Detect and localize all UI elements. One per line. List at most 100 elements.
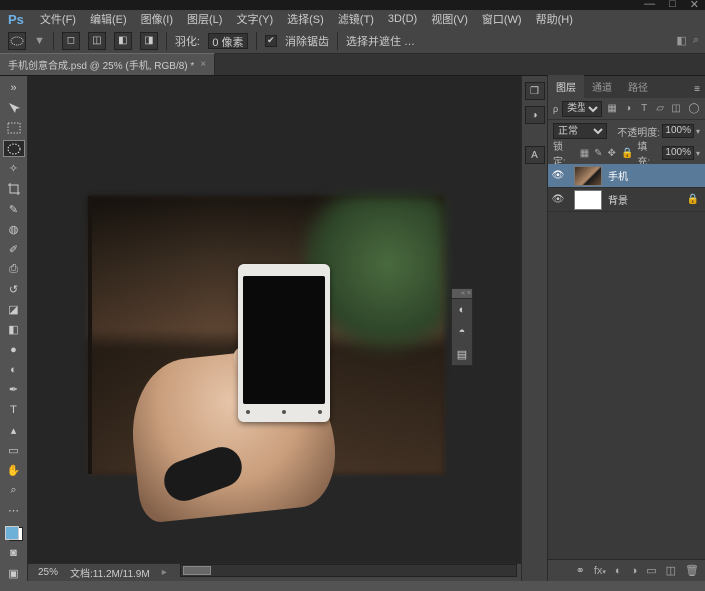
gradient-tool[interactable]: ◧ <box>3 322 25 338</box>
menu-edit[interactable]: 编辑(E) <box>84 9 133 29</box>
clone-tool[interactable]: ⎙ <box>3 261 25 277</box>
selection-subtract-icon[interactable]: ◧ <box>114 32 132 50</box>
layer-thumb[interactable] <box>574 166 602 186</box>
filter-smart-icon[interactable]: ◫ <box>670 103 682 115</box>
visibility-icon[interactable]: 👁 <box>548 170 568 181</box>
link-layers-icon[interactable]: ⚭ <box>576 564 585 577</box>
magic-wand-tool[interactable]: ✧ <box>3 161 25 177</box>
eraser-tool[interactable]: ◪ <box>3 301 25 317</box>
search-icon[interactable]: ⌕ <box>693 34 699 47</box>
maximize-button[interactable]: □ <box>669 0 676 11</box>
canvas-area[interactable]: « × ◐ ◓ ▤ 25% 文档:11.2M/11.9M ▸ <box>28 76 521 581</box>
layer-kind-select[interactable]: 类型 <box>562 101 602 117</box>
menu-window[interactable]: 窗口(W) <box>476 9 528 29</box>
layer-item-background[interactable]: 👁 背景 🔒 <box>548 188 705 212</box>
menu-layer[interactable]: 图层(L) <box>181 9 228 29</box>
tab-layers[interactable]: 图层 <box>548 75 584 98</box>
dock-history-icon[interactable]: ❐ <box>525 82 545 100</box>
menu-file[interactable]: 文件(F) <box>34 9 82 29</box>
close-tab-icon[interactable]: × <box>200 59 206 70</box>
antialias-checkbox[interactable]: ✔ <box>265 35 277 47</box>
layer-fx-icon[interactable]: fx▾ <box>594 565 606 577</box>
layer-name[interactable]: 手机 <box>608 168 628 183</box>
workspace-icon[interactable]: ◧ <box>676 34 686 47</box>
menu-help[interactable]: 帮助(H) <box>530 9 579 29</box>
path-select-tool[interactable]: ▴ <box>3 422 25 438</box>
menu-view[interactable]: 视图(V) <box>425 9 474 29</box>
menu-image[interactable]: 图像(I) <box>135 9 179 29</box>
pen-tool[interactable]: ✒ <box>3 382 25 398</box>
fill-input[interactable]: 100% <box>662 146 694 160</box>
layers-panel-tabs: 图层 通道 路径 ≡ <box>548 76 705 98</box>
lasso-tool[interactable] <box>3 140 25 156</box>
filter-type-icon[interactable]: T <box>638 103 650 115</box>
menu-3d[interactable]: 3D(D) <box>382 11 423 27</box>
context-tool-2[interactable]: ◓ <box>452 321 472 343</box>
selection-intersect-icon[interactable]: ◨ <box>140 32 158 50</box>
menu-select[interactable]: 选择(S) <box>281 9 330 29</box>
opacity-input[interactable]: 100% <box>662 124 694 138</box>
selection-add-icon[interactable]: ◫ <box>88 32 106 50</box>
document-tab[interactable]: 手机创意合成.psd @ 25% (手机, RGB/8) * × <box>0 53 215 75</box>
filter-image-icon[interactable]: ▦ <box>606 103 618 115</box>
dock-properties-icon[interactable]: ◑ <box>525 106 545 124</box>
blur-tool[interactable]: ● <box>3 342 25 358</box>
lock-all-icon[interactable]: 🔒 <box>621 148 633 159</box>
layer-item-phone[interactable]: 👁 手机 <box>548 164 705 188</box>
doc-info[interactable]: 文档:11.2M/11.9M <box>70 565 150 580</box>
lock-artboard-icon[interactable]: ✥ <box>608 148 616 159</box>
rect-marquee-tool[interactable] <box>3 120 25 136</box>
close-button[interactable]: ✕ <box>690 0 699 11</box>
lock-pixels-icon[interactable]: ▦ <box>580 148 589 159</box>
hand-tool[interactable]: ✋ <box>3 462 25 478</box>
panel-menu-icon[interactable]: ≡ <box>689 81 705 98</box>
select-and-mask-button[interactable]: 选择并遮住 … <box>346 33 415 49</box>
menu-type[interactable]: 文字(Y) <box>230 9 279 29</box>
context-panel-header[interactable]: « × <box>452 289 472 299</box>
brush-tool[interactable]: ✐ <box>3 241 25 257</box>
blend-mode-select[interactable]: 正常 <box>553 123 607 139</box>
canvas[interactable] <box>88 196 444 474</box>
foreground-color[interactable] <box>5 526 19 540</box>
layer-thumb[interactable] <box>574 190 602 210</box>
selection-new-icon[interactable]: ◻ <box>62 32 80 50</box>
edit-toolbar-icon[interactable]: ⋯ <box>3 502 25 518</box>
h-scrollbar[interactable] <box>180 564 517 577</box>
minimize-button[interactable]: — <box>644 0 655 11</box>
active-tool-icon[interactable] <box>8 32 26 50</box>
group-icon[interactable]: ▭ <box>646 564 656 577</box>
menu-filter[interactable]: 滤镜(T) <box>332 9 380 29</box>
tab-paths[interactable]: 路径 <box>620 75 656 98</box>
context-tool-3[interactable]: ▤ <box>452 343 472 365</box>
new-layer-icon[interactable]: ◫ <box>666 564 676 577</box>
adjustment-layer-icon[interactable]: ◑ <box>631 565 638 577</box>
screenmode-tool[interactable]: ▣ <box>3 565 25 581</box>
h-scrollbar-thumb[interactable] <box>183 566 211 575</box>
delete-layer-icon[interactable]: 🗑 <box>685 564 699 577</box>
feather-input[interactable]: 0 像素 <box>208 33 248 49</box>
context-panel[interactable]: « × ◐ ◓ ▤ <box>451 288 473 366</box>
arrange-icon[interactable]: » <box>3 80 25 96</box>
dock-character-icon[interactable]: A <box>525 146 545 164</box>
filter-toggle-icon[interactable]: ◯ <box>688 103 700 115</box>
visibility-icon[interactable]: 👁 <box>548 194 568 205</box>
move-tool[interactable] <box>3 100 25 116</box>
lock-position-icon[interactable]: ✎ <box>594 148 602 159</box>
dodge-tool[interactable]: ◐ <box>3 362 25 378</box>
zoom-tool[interactable]: ⌕ <box>3 482 25 498</box>
rectangle-tool[interactable]: ▭ <box>3 442 25 458</box>
layer-mask-icon[interactable]: ◐ <box>615 565 622 577</box>
crop-tool[interactable] <box>3 181 25 197</box>
zoom-level[interactable]: 25% <box>38 567 58 578</box>
quickmask-tool[interactable]: ◙ <box>3 545 25 561</box>
tab-channels[interactable]: 通道 <box>584 75 620 98</box>
layer-name[interactable]: 背景 <box>608 192 628 207</box>
healing-tool[interactable]: ◍ <box>3 221 25 237</box>
eyedropper-tool[interactable]: ✎ <box>3 201 25 217</box>
filter-adjust-icon[interactable]: ◑ <box>622 103 634 115</box>
type-tool[interactable]: T <box>3 402 25 418</box>
color-swatch[interactable] <box>5 526 23 540</box>
filter-shape-icon[interactable]: ▱ <box>654 103 666 115</box>
history-brush-tool[interactable]: ↺ <box>3 281 25 297</box>
context-tool-1[interactable]: ◐ <box>452 299 472 321</box>
